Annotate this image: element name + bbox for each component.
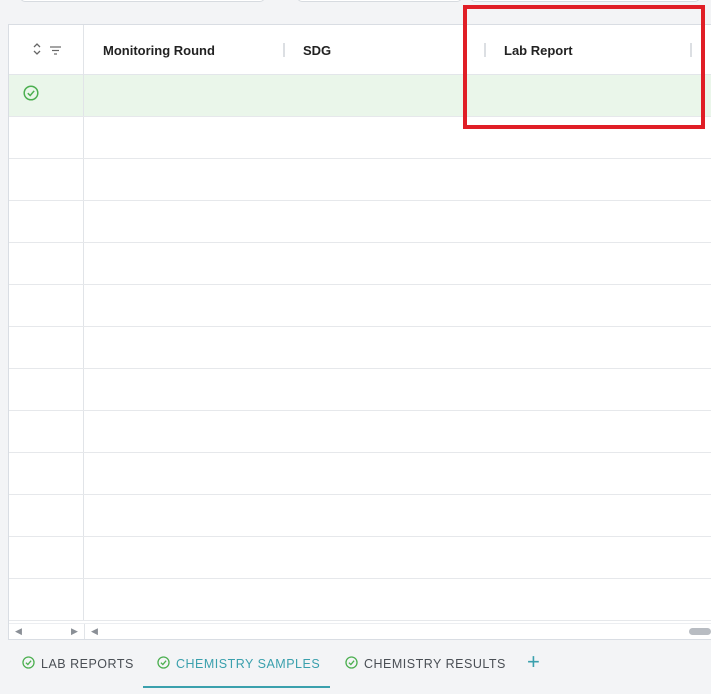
- add-tab-button[interactable]: +: [527, 651, 540, 673]
- column-header-lab-report[interactable]: Lab Report: [504, 25, 704, 75]
- scrollbar-divider: [84, 624, 85, 639]
- bottom-tab-bar: LAB REPORTS CHEMISTRY SAMPLES CHEMISTRY …: [0, 640, 711, 694]
- filter-icon[interactable]: [49, 43, 61, 58]
- column-header-label: Monitoring Round: [103, 42, 215, 58]
- table-row[interactable]: [9, 285, 711, 327]
- scroll-left-icon[interactable]: ◀: [15, 626, 22, 637]
- tab-chemistry-samples[interactable]: CHEMISTRY SAMPLES: [157, 640, 320, 688]
- grid-header: Monitoring Round SDG Lab Report: [9, 25, 711, 75]
- column-header-label: Lab Report: [504, 42, 573, 58]
- row-status-cell: [9, 117, 84, 158]
- toolbar-field-middle[interactable]: [297, 0, 462, 2]
- table-row[interactable]: [9, 579, 711, 621]
- table-row[interactable]: [9, 117, 711, 159]
- horizontal-scrollbar[interactable]: ◀ ▶ ◀: [9, 623, 711, 639]
- tab-label: LAB REPORTS: [41, 657, 134, 671]
- tab-label: CHEMISTRY SAMPLES: [176, 657, 321, 671]
- table-row[interactable]: [9, 243, 711, 285]
- tab-chemistry-results[interactable]: CHEMISTRY RESULTS: [345, 640, 506, 688]
- row-status-cell: [9, 159, 84, 200]
- column-header-monitoring-round[interactable]: Monitoring Round: [103, 25, 303, 75]
- row-status-cell: [9, 201, 84, 242]
- row-status-cell: [9, 411, 84, 452]
- column-resize-handle[interactable]: [283, 43, 285, 57]
- scroll-right-icon[interactable]: ▶: [71, 626, 78, 637]
- toolbar-strip: [0, 0, 711, 4]
- row-status-cell: [9, 285, 84, 326]
- column-resize-handle[interactable]: [484, 43, 486, 57]
- column-resize-handle[interactable]: [690, 43, 692, 57]
- row-status-cell: [9, 327, 84, 368]
- check-circle-icon: [23, 85, 39, 106]
- check-circle-icon: [345, 656, 358, 672]
- table-row[interactable]: [9, 159, 711, 201]
- row-status-cell: [9, 453, 84, 494]
- check-circle-icon: [157, 656, 170, 672]
- table-row[interactable]: [9, 327, 711, 369]
- row-status-cell: [9, 243, 84, 284]
- grid-body: [9, 75, 711, 621]
- table-row[interactable]: [9, 453, 711, 495]
- active-tab-indicator: [143, 686, 330, 688]
- row-status-cell: [9, 75, 84, 116]
- table-row[interactable]: [9, 537, 711, 579]
- tab-lab-reports[interactable]: LAB REPORTS: [22, 640, 134, 688]
- data-grid: Monitoring Round SDG Lab Report ◀ ▶ ◀: [8, 24, 711, 640]
- toolbar-field-left[interactable]: [20, 0, 265, 2]
- row-status-cell: [9, 495, 84, 536]
- scrollbar-thumb[interactable]: [689, 628, 711, 635]
- column-header-sdg[interactable]: SDG: [303, 25, 503, 75]
- tab-label: CHEMISTRY RESULTS: [364, 657, 506, 671]
- table-row[interactable]: [9, 369, 711, 411]
- check-circle-icon: [22, 656, 35, 672]
- toolbar-field-right[interactable]: [470, 0, 700, 2]
- row-header-controls: [9, 25, 84, 75]
- table-row[interactable]: [9, 495, 711, 537]
- sort-updown-icon[interactable]: [32, 42, 42, 58]
- table-row[interactable]: [9, 411, 711, 453]
- row-status-cell: [9, 579, 84, 620]
- row-status-cell: [9, 537, 84, 578]
- table-row[interactable]: [9, 201, 711, 243]
- scroll-left-icon[interactable]: ◀: [91, 626, 98, 637]
- column-header-label: SDG: [303, 42, 332, 58]
- row-status-cell: [9, 369, 84, 410]
- table-row[interactable]: [9, 75, 711, 117]
